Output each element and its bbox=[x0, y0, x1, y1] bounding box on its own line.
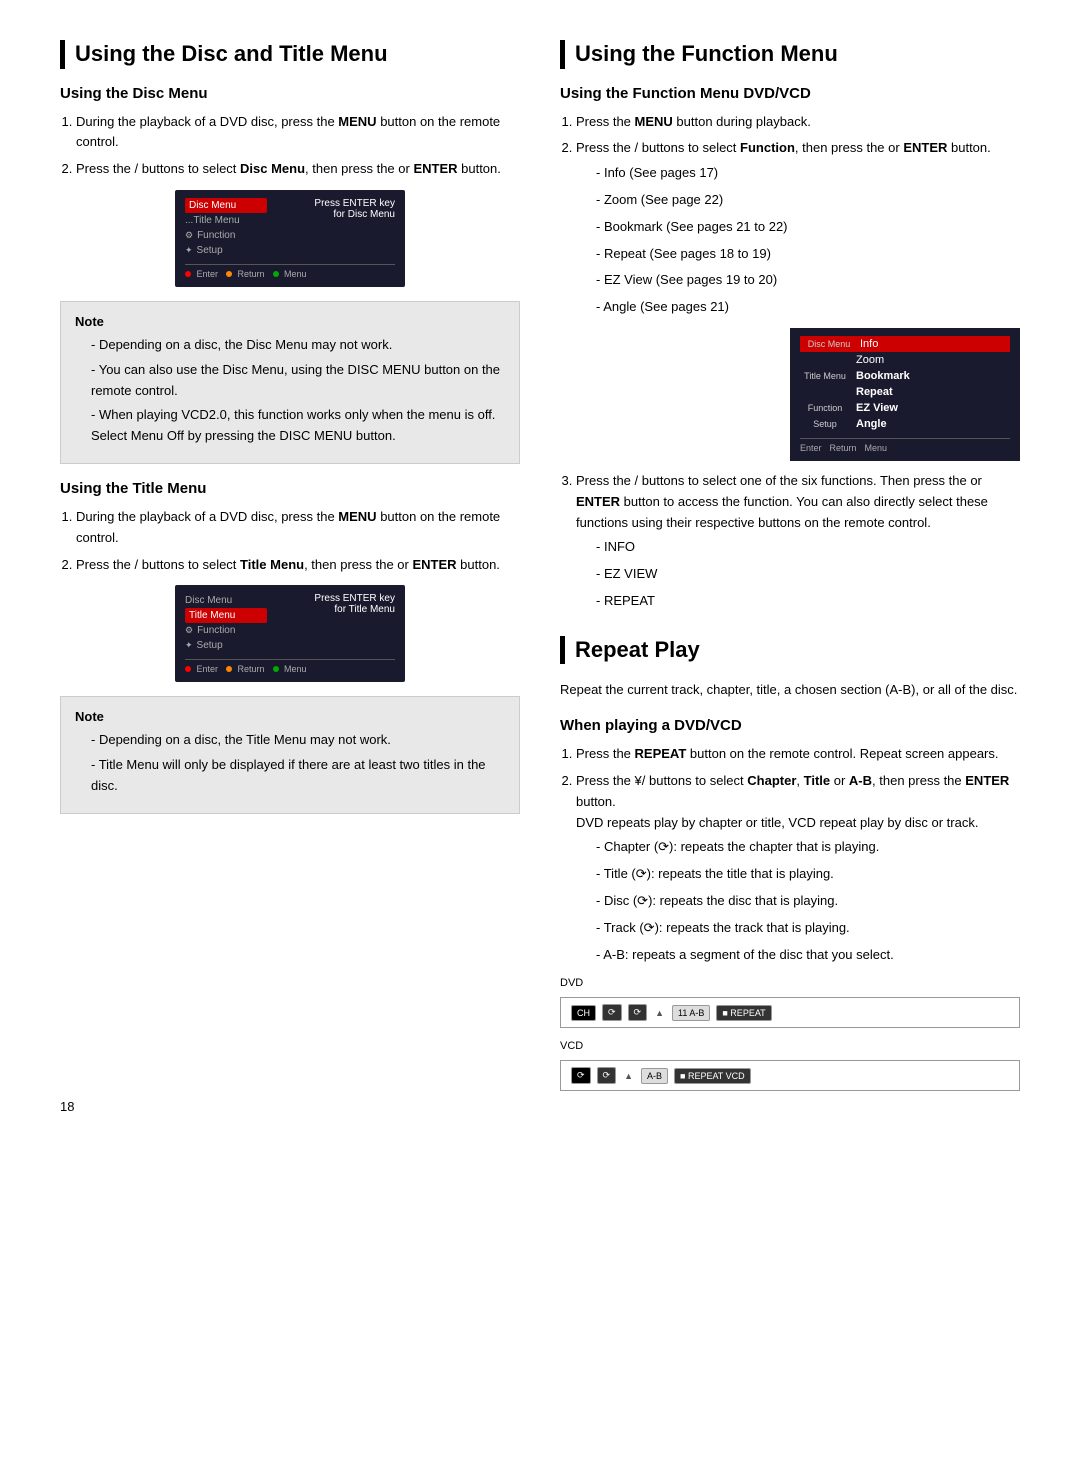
note2-item-1: Depending on a disc, the Title Menu may … bbox=[91, 730, 505, 751]
disc-menu-title: Using the Disc Menu bbox=[60, 85, 520, 102]
dvd-vcd-step3: Press the / buttons to select one of the… bbox=[560, 471, 1020, 612]
dvd-ch-btn: CH bbox=[571, 1005, 596, 1021]
note-box-1: Note Depending on a disc, the Disc Menu … bbox=[60, 301, 520, 464]
func-step1: Press the MENU button during playback. bbox=[576, 112, 1020, 133]
disc-menu-bottom: Enter Return Menu bbox=[185, 264, 395, 279]
title-menu-step2: Press the / buttons to select Title Menu… bbox=[76, 555, 520, 576]
enter-bold2: ENTER bbox=[965, 773, 1009, 788]
title-screen-row-2: Title Menu bbox=[185, 608, 267, 623]
dvd-vcd-steps: Press the MENU button during playback. P… bbox=[560, 112, 1020, 318]
title-menu-bold2: Title Menu bbox=[240, 557, 304, 572]
dvd-repeat-section: DVD CH ⟳ ⟳ ▲ 11 A-B ■ REPEAT bbox=[560, 977, 1020, 1028]
note2-title: Note bbox=[75, 709, 505, 724]
func-screen-row-2: Zoom bbox=[800, 352, 1010, 368]
func-step2-list: Info (See pages 17) Zoom (See page 22) B… bbox=[576, 163, 1020, 318]
right-column: Using the Function Menu Using the Functi… bbox=[560, 40, 1020, 1099]
note2-item-2: Title Menu will only be displayed if the… bbox=[91, 755, 505, 797]
menu-bold: MENU bbox=[338, 114, 376, 129]
func-step2: Press the / buttons to select Function, … bbox=[576, 138, 1020, 318]
repeat-step2: Press the ¥/ buttons to select Chapter, … bbox=[576, 771, 1020, 965]
disc-menu-steps: During the playback of a DVD disc, press… bbox=[60, 112, 520, 180]
vcd-ab-btn: A-B bbox=[641, 1068, 668, 1084]
note1-item-2: You can also use the Disc Menu, using th… bbox=[91, 360, 505, 402]
func-screen-row-5: Function EZ View bbox=[800, 400, 1010, 416]
repeat-step1: Press the REPEAT button on the remote co… bbox=[576, 744, 1020, 765]
title-menu-bold: MENU bbox=[338, 509, 376, 524]
func-bold: Function bbox=[740, 140, 795, 155]
dvd-repeat-active-btn: ■ REPEAT bbox=[716, 1005, 771, 1021]
vcd-label: VCD bbox=[560, 1040, 1020, 1052]
note-box-2: Note Depending on a disc, the Title Menu… bbox=[60, 696, 520, 813]
title-bold: Title bbox=[804, 773, 831, 788]
function-menu-title: Using the Function Menu bbox=[560, 40, 1020, 69]
note2-list: Depending on a disc, the Title Menu may … bbox=[75, 730, 505, 796]
func-step3: Press the / buttons to select one of the… bbox=[576, 471, 1020, 612]
func-step3-bold: ENTER bbox=[576, 494, 620, 509]
repeat-play-intro: Repeat the current track, chapter, title… bbox=[560, 680, 1020, 701]
vcd-repeat-bar: ⟳ ⟳ ▲ A-B ■ REPEAT VCD bbox=[560, 1060, 1020, 1091]
note1-title: Note bbox=[75, 314, 505, 329]
dvd-ab-btn: 11 A-B bbox=[672, 1005, 710, 1021]
disc-menu-row-3: ⚙ Function bbox=[185, 228, 267, 243]
ab-bold: A-B bbox=[849, 773, 872, 788]
function-menu-screen: Disc Menu Info Zoom Title Menu Bookmark … bbox=[790, 328, 1020, 461]
repeat-bold: REPEAT bbox=[635, 746, 687, 761]
enter-bold: ENTER bbox=[413, 161, 457, 176]
when-playing-title: When playing a DVD/VCD bbox=[560, 717, 1020, 734]
disc-menu-step2: Press the / buttons to select Disc Menu,… bbox=[76, 159, 520, 180]
vcd-track-btn: ⟳ bbox=[597, 1067, 617, 1084]
chapter-bold: Chapter bbox=[747, 773, 796, 788]
func-screen-row-4: Repeat bbox=[800, 384, 1010, 400]
func-screen-bottom: Enter Return Menu bbox=[800, 438, 1010, 453]
dvd-disc-btn: ⟳ bbox=[628, 1004, 648, 1021]
dvd-vcd-title: Using the Function Menu DVD/VCD bbox=[560, 85, 1020, 102]
func-enter-bold: ENTER bbox=[903, 140, 947, 155]
dvd-title-btn: ⟳ bbox=[602, 1004, 622, 1021]
title-menu-step1: During the playback of a DVD disc, press… bbox=[76, 507, 520, 549]
disc-menu-screen: Disc Menu ...Title Menu ⚙ Function ✦ Set… bbox=[175, 190, 405, 287]
title-screen-row-1: Disc Menu bbox=[185, 593, 267, 608]
disc-menu-row-2: ...Title Menu bbox=[185, 213, 267, 228]
func-screen-row-1: Disc Menu Info bbox=[800, 336, 1010, 352]
page-number: 18 bbox=[60, 1099, 1020, 1114]
disc-menu-bold: Disc Menu bbox=[240, 161, 305, 176]
disc-menu-row-1: Disc Menu bbox=[185, 198, 267, 213]
title-screen-row-4: ✦ Setup bbox=[185, 638, 267, 653]
note1-list: Depending on a disc, the Disc Menu may n… bbox=[75, 335, 505, 447]
left-column: Using the Disc and Title Menu Using the … bbox=[60, 40, 520, 1099]
page-container: Using the Disc and Title Menu Using the … bbox=[60, 40, 1020, 1099]
title-screen-enter-note: Press ENTER key for Title Menu bbox=[305, 593, 395, 653]
func-menu-bold: MENU bbox=[635, 114, 673, 129]
dvd-label: DVD bbox=[560, 977, 1020, 989]
vcd-disc-btn: ⟳ bbox=[571, 1067, 591, 1084]
title-menu-screen: Disc Menu Title Menu ⚙ Function ✦ Setup bbox=[175, 585, 405, 682]
vcd-repeat-section: VCD ⟳ ⟳ ▲ A-B ■ REPEAT VCD bbox=[560, 1040, 1020, 1091]
disc-menu-enter-note: Press ENTER key for Disc Menu bbox=[305, 198, 395, 258]
dvd-repeat-bar: CH ⟳ ⟳ ▲ 11 A-B ■ REPEAT bbox=[560, 997, 1020, 1028]
repeat-play-title: Repeat Play bbox=[560, 636, 1020, 665]
vcd-repeat-active-btn: ■ REPEAT VCD bbox=[674, 1068, 751, 1084]
func-screen-row-6: Setup Angle bbox=[800, 416, 1010, 432]
title-screen-row-3: ⚙ Function bbox=[185, 623, 267, 638]
disc-menu-row-4: ✦ Setup bbox=[185, 243, 267, 258]
note1-item-1: Depending on a disc, the Disc Menu may n… bbox=[91, 335, 505, 356]
func-screen-row-3: Title Menu Bookmark bbox=[800, 368, 1010, 384]
title-enter-bold: ENTER bbox=[412, 557, 456, 572]
repeat-play-steps: Press the REPEAT button on the remote co… bbox=[560, 744, 1020, 965]
note1-item-3: When playing VCD2.0, this function works… bbox=[91, 405, 505, 447]
disc-menu-step1: During the playback of a DVD disc, press… bbox=[76, 112, 520, 154]
main-title: Using the Disc and Title Menu bbox=[60, 40, 520, 69]
func-step3-list: INFO EZ VIEW REPEAT bbox=[576, 537, 1020, 611]
title-screen-bottom: Enter Return Menu bbox=[185, 659, 395, 674]
repeat-bullets: Chapter (⟳): repeats the chapter that is… bbox=[576, 837, 1020, 965]
title-menu-steps: During the playback of a DVD disc, press… bbox=[60, 507, 520, 575]
title-menu-title: Using the Title Menu bbox=[60, 480, 520, 497]
